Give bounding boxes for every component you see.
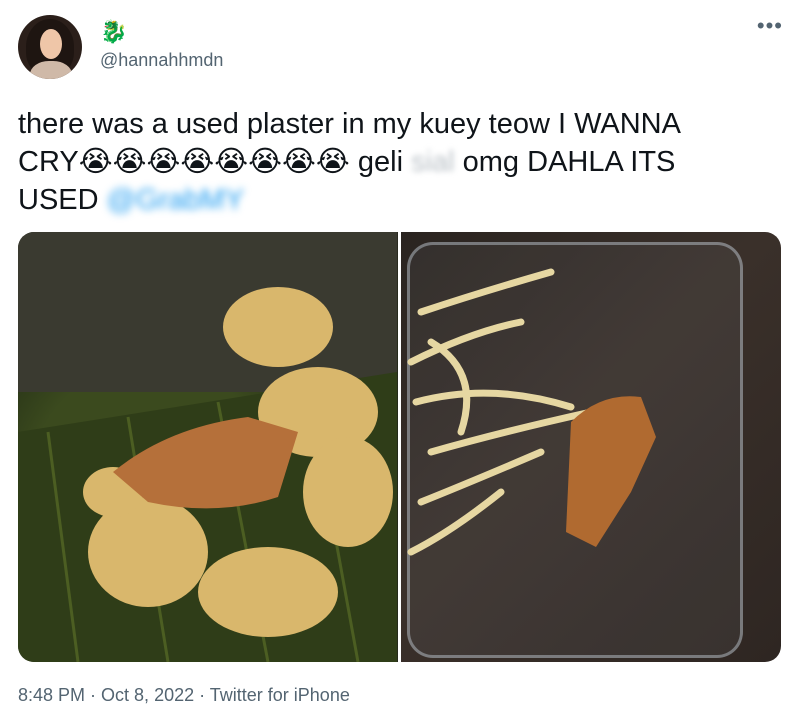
tweet-geli: geli: [349, 146, 412, 178]
more-options-icon[interactable]: •••: [757, 15, 783, 37]
bean-sprouts: [407, 268, 595, 556]
tweet-omg: omg DAHLA ITS: [454, 146, 676, 178]
sprouts-and-plaster-image: [407, 268, 656, 556]
photo-right[interactable]: [401, 232, 781, 662]
tweet-media: [18, 232, 781, 662]
tweet-source: Twitter for iPhone: [209, 685, 350, 705]
tweet-date-link[interactable]: Oct 8, 2022: [101, 685, 194, 705]
footer-separator: ·: [194, 685, 210, 705]
blurred-mention-link[interactable]: @GrabMY: [107, 181, 244, 219]
tweet-cry: CRY: [18, 146, 79, 178]
tweet-line-1: there was a used plaster in my kuey teow…: [18, 108, 681, 140]
user-handle[interactable]: @hannahhmdn: [100, 50, 223, 71]
avatar-shirt: [30, 61, 72, 79]
tweet-text: there was a used plaster in my kuey teow…: [18, 105, 778, 219]
tweet-time-link[interactable]: 8:48 PM: [18, 685, 85, 705]
crying-emojis: 😭😭😭😭😭😭😭😭: [78, 146, 350, 178]
avatar-face: [40, 29, 62, 59]
display-name-emoji[interactable]: 🐉: [100, 20, 127, 44]
photo-left[interactable]: [18, 232, 398, 662]
plaster-on-tray: [566, 396, 656, 547]
food-on-leaf-image: [18, 232, 397, 662]
avatar[interactable]: [18, 15, 82, 79]
footer-separator: ·: [85, 685, 102, 705]
container-wall: [18, 232, 397, 392]
tweet-footer: 8:48 PM · Oct 8, 2022 · Twitter for iPho…: [18, 685, 350, 706]
blurred-word: sial: [411, 146, 455, 178]
tweet-used: USED: [18, 184, 107, 216]
